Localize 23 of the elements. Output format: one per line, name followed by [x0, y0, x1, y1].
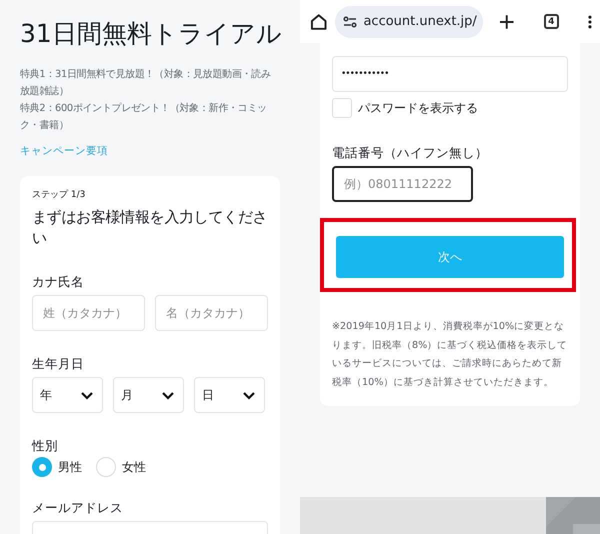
date-select[interactable]: 年: [32, 377, 103, 413]
page-title: 31日間無料トライアル: [20, 18, 280, 50]
date-select[interactable]: 日: [194, 377, 265, 413]
input-field[interactable]: 名（カタカナ）: [155, 295, 268, 331]
field-label: カナ氏名: [32, 273, 85, 291]
form-heading: まずはお客様情報を入力してください: [32, 207, 268, 249]
field-label: 生年月日: [32, 355, 85, 373]
checkbox-label: パスワードを表示する: [358, 100, 478, 116]
password-field[interactable]: •••••••••••: [332, 56, 568, 92]
phone-field[interactable]: 例）08011112222: [332, 166, 473, 202]
field-label: メールアドレス: [32, 499, 124, 517]
input-field[interactable]: 姓（カタカナ）: [32, 295, 145, 331]
tab-count[interactable]: 4: [544, 14, 559, 29]
date-select[interactable]: 月: [113, 377, 184, 413]
field-label: 電話番号（ハイフン無し）: [332, 144, 489, 162]
field-label: 性別: [32, 437, 59, 455]
radio-label: 女性: [122, 458, 146, 476]
url-bar[interactable]: account.unext.jp/: [335, 6, 483, 38]
benefit-text: 特典2：600ポイントプレゼント！（対象：新作・コミック・書籍）: [20, 102, 268, 133]
tax-note: ※2019年10月1日より、消費税率が10%に変更となります。旧税率（8%）に基づく税込価格を表示しているサービスについては、ご請求時にあらためて新税率（10%）に基づき計算させていただきます。: [332, 320, 568, 390]
radio-label: 男性: [58, 458, 82, 476]
benefit-text: 特典1：31日間無料で見放題！（対象：見放題動画・読み放題雑誌）: [20, 68, 272, 99]
step-label: ステップ 1/3: [32, 188, 86, 201]
